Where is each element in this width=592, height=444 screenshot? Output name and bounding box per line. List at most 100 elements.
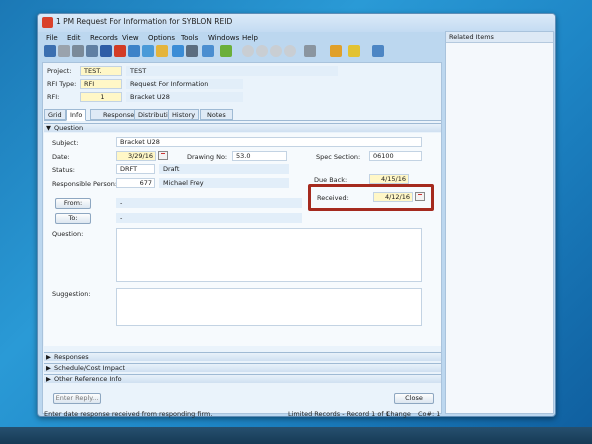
tab-grid[interactable]: Grid (44, 109, 66, 120)
last-record-icon[interactable] (284, 45, 296, 57)
to-button[interactable]: To: (55, 213, 91, 224)
question-label: Question: (52, 230, 84, 238)
toolbar (42, 45, 442, 61)
responsible-label: Responsible Person: (52, 180, 118, 188)
taskbar (0, 427, 592, 444)
from-button[interactable]: From: (55, 198, 91, 209)
suggestion-label: Suggestion: (52, 290, 91, 298)
drawing-field[interactable]: 53.0 (232, 151, 287, 161)
attach-icon[interactable] (186, 45, 198, 57)
form-icon[interactable] (372, 45, 384, 57)
save-icon[interactable] (100, 45, 112, 57)
menu-file[interactable]: File (46, 34, 58, 42)
link-icon[interactable] (58, 45, 70, 57)
calculator-icon[interactable] (172, 45, 184, 57)
tab-info[interactable]: Info (66, 109, 87, 121)
rfi-name-field: Bracket U28 (126, 92, 243, 102)
chain-icon[interactable] (304, 45, 316, 57)
subject-field[interactable]: Bracket U28 (116, 137, 422, 147)
change-status: Change (386, 410, 411, 418)
response-tab-label: Response (103, 111, 135, 119)
drawing-label: Drawing No: (187, 153, 228, 161)
company-status: Co#: 1 (418, 410, 441, 418)
print-icon[interactable] (72, 45, 84, 57)
spec-label: Spec Section: (316, 153, 361, 161)
undo-icon[interactable] (128, 45, 140, 57)
responses-section-header[interactable]: ▶ Responses (44, 352, 441, 361)
menu-view[interactable]: View (122, 34, 139, 42)
enter-reply-button[interactable]: Enter Reply... (53, 393, 101, 404)
notes-icon[interactable] (348, 45, 360, 57)
dueback-field[interactable]: 4/15/16 (369, 174, 409, 184)
delete-icon[interactable] (114, 45, 126, 57)
send-icon[interactable] (202, 45, 214, 57)
menu-windows[interactable]: Windows (208, 34, 239, 42)
search-icon[interactable] (156, 45, 168, 57)
from-field: - (116, 198, 302, 208)
menu-options[interactable]: Options (148, 34, 175, 42)
question-section-title: Question (54, 124, 84, 132)
status-name-field: Draft (159, 164, 289, 174)
schedule-section-header[interactable]: ▶ Schedule/Cost Impact (44, 363, 441, 372)
subject-label: Subject: (52, 139, 79, 147)
prev-record-icon[interactable] (256, 45, 268, 57)
rfitype-code-field[interactable]: RFI (80, 79, 122, 89)
tab-notes[interactable]: Notes (200, 109, 233, 120)
tab-strip: Grid Info Response Distribution History … (44, 109, 441, 121)
first-record-icon[interactable] (242, 45, 254, 57)
to-field: - (116, 213, 302, 223)
status-bar: Enter date response received from respon… (42, 410, 442, 418)
other-reference-section-title: Other Reference Info (54, 375, 122, 383)
project-name-field: TEST (126, 66, 338, 76)
check-icon[interactable] (220, 45, 232, 57)
refresh-icon[interactable] (142, 45, 154, 57)
question-form: Subject: Bracket U28 Date: 3/29/16 Drawi… (44, 133, 441, 346)
rfi-number-field[interactable]: 1 (80, 92, 122, 102)
edit-icon[interactable] (44, 45, 56, 57)
received-calendar-icon[interactable] (415, 192, 425, 201)
rfi-label: RFI: (47, 93, 60, 101)
users-icon[interactable] (330, 45, 342, 57)
collapse-icon: ▼ (46, 124, 51, 132)
date-field[interactable]: 3/29/16 (116, 151, 156, 161)
window-title: 1 PM Request For Information for SYBLON … (56, 17, 233, 26)
date-calendar-icon[interactable] (158, 151, 168, 160)
question-textarea[interactable] (116, 228, 422, 282)
menu-edit[interactable]: Edit (67, 34, 81, 42)
spec-field[interactable]: 06100 (369, 151, 422, 161)
menu-records[interactable]: Records (90, 34, 118, 42)
received-highlight: Received: 4/12/16 (308, 184, 434, 211)
next-record-icon[interactable] (270, 45, 282, 57)
close-button[interactable]: Close (394, 393, 434, 404)
project-label: Project: (47, 67, 72, 75)
menu-help[interactable]: Help (242, 34, 258, 42)
responses-section-title: Responses (54, 353, 89, 361)
schedule-section-title: Schedule/Cost Impact (54, 364, 126, 372)
received-field[interactable]: 4/12/16 (373, 192, 413, 202)
expand-icon: ▶ (46, 364, 51, 372)
responsible-name-field: Michael Frey (159, 178, 289, 188)
expand-icon: ▶ (46, 353, 51, 361)
date-label: Date: (52, 153, 70, 161)
tab-history[interactable]: History (168, 109, 200, 120)
suggestion-textarea[interactable] (116, 288, 422, 326)
related-items-pane: Related Items (445, 31, 554, 414)
project-code-field[interactable]: TEST. (80, 66, 122, 76)
other-reference-section-header[interactable]: ▶ Other Reference Info (44, 374, 441, 383)
status-label: Status: (52, 166, 75, 174)
responsible-id-field[interactable]: 677 (116, 178, 155, 188)
question-section-header[interactable]: ▼ Question (44, 123, 441, 132)
menu-bar: File Edit Records View Options Tools Win… (42, 32, 442, 44)
app-icon (42, 17, 53, 28)
rfitype-label: RFI Type: (47, 80, 77, 88)
rfi-window: 1 PM Request For Information for SYBLON … (37, 13, 556, 418)
rfitype-name-field: Request For Information (126, 79, 243, 89)
expand-icon: ▶ (46, 375, 51, 383)
main-panel: Project: TEST. TEST RFI Type: RFI Reques… (42, 62, 442, 414)
tab-response[interactable]: Response (90, 109, 139, 120)
received-label: Received: (317, 194, 349, 202)
status-code-field[interactable]: DRFT (116, 164, 155, 174)
menu-tools[interactable]: Tools (181, 34, 198, 42)
new-icon[interactable] (86, 45, 98, 57)
status-hint: Enter date response received from respon… (44, 410, 213, 418)
